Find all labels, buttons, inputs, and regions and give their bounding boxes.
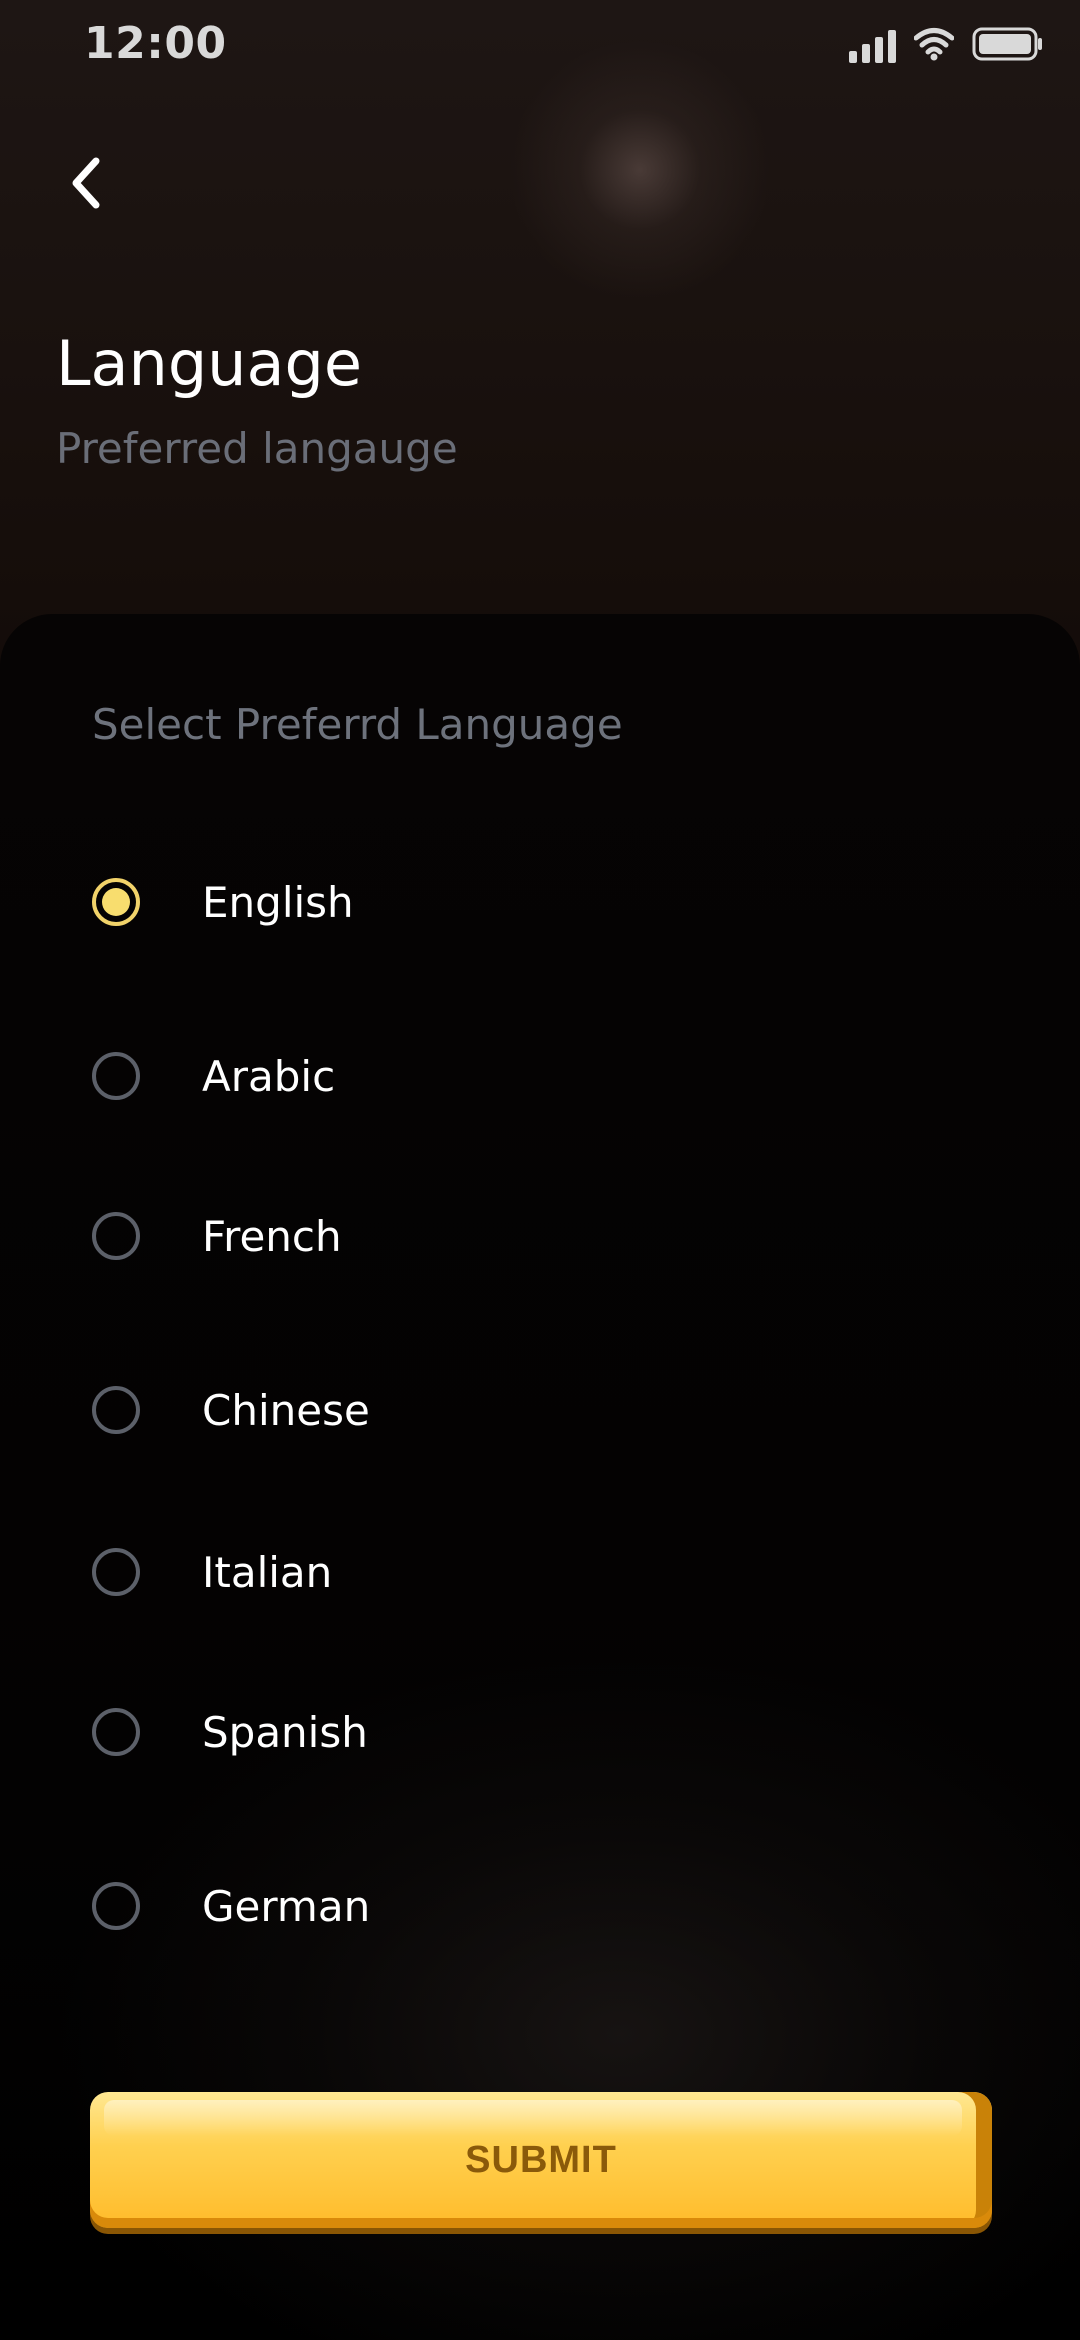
language-option-french[interactable]: French [92,1198,992,1274]
status-icons [849,26,1044,66]
language-option-label: Spanish [202,1707,368,1757]
section-label: Select Preferrd Language [92,700,623,749]
radio-dot [102,888,130,916]
language-option-chinese[interactable]: Chinese [92,1372,992,1448]
language-option-label: German [202,1881,371,1931]
submit-button[interactable]: SUBMIT [90,2092,992,2228]
language-option-label: Chinese [202,1385,370,1435]
radio-button[interactable] [92,1386,140,1434]
page-subtitle: Preferred langauge [56,424,458,473]
radio-button[interactable] [92,1548,140,1596]
radio-button-checked[interactable] [92,878,140,926]
back-button[interactable] [56,150,116,216]
chevron-left-icon [72,157,100,209]
language-option-label: Arabic [202,1051,336,1101]
page-title: Language [56,327,362,400]
status-bar: 12:00 [0,0,1080,100]
language-option-english[interactable]: English [92,864,992,940]
language-option-arabic[interactable]: Arabic [92,1038,992,1114]
status-time: 12:00 [84,18,227,69]
language-option-label: French [202,1211,342,1261]
radio-button[interactable] [92,1052,140,1100]
battery-icon [972,26,1044,66]
language-option-italian[interactable]: Italian [92,1534,992,1610]
language-option-label: Italian [202,1547,333,1597]
language-option-spanish[interactable]: Spanish [92,1694,992,1770]
radio-button[interactable] [92,1882,140,1930]
radio-button[interactable] [92,1212,140,1260]
language-option-label: English [202,877,354,927]
language-screen: 12:00 Language Preferred langauge Select… [0,0,1080,2340]
signal-icon [849,29,896,63]
radio-button[interactable] [92,1708,140,1756]
language-option-german[interactable]: German [92,1868,992,1944]
wifi-icon [913,27,955,65]
submit-label: SUBMIT [465,2138,617,2181]
